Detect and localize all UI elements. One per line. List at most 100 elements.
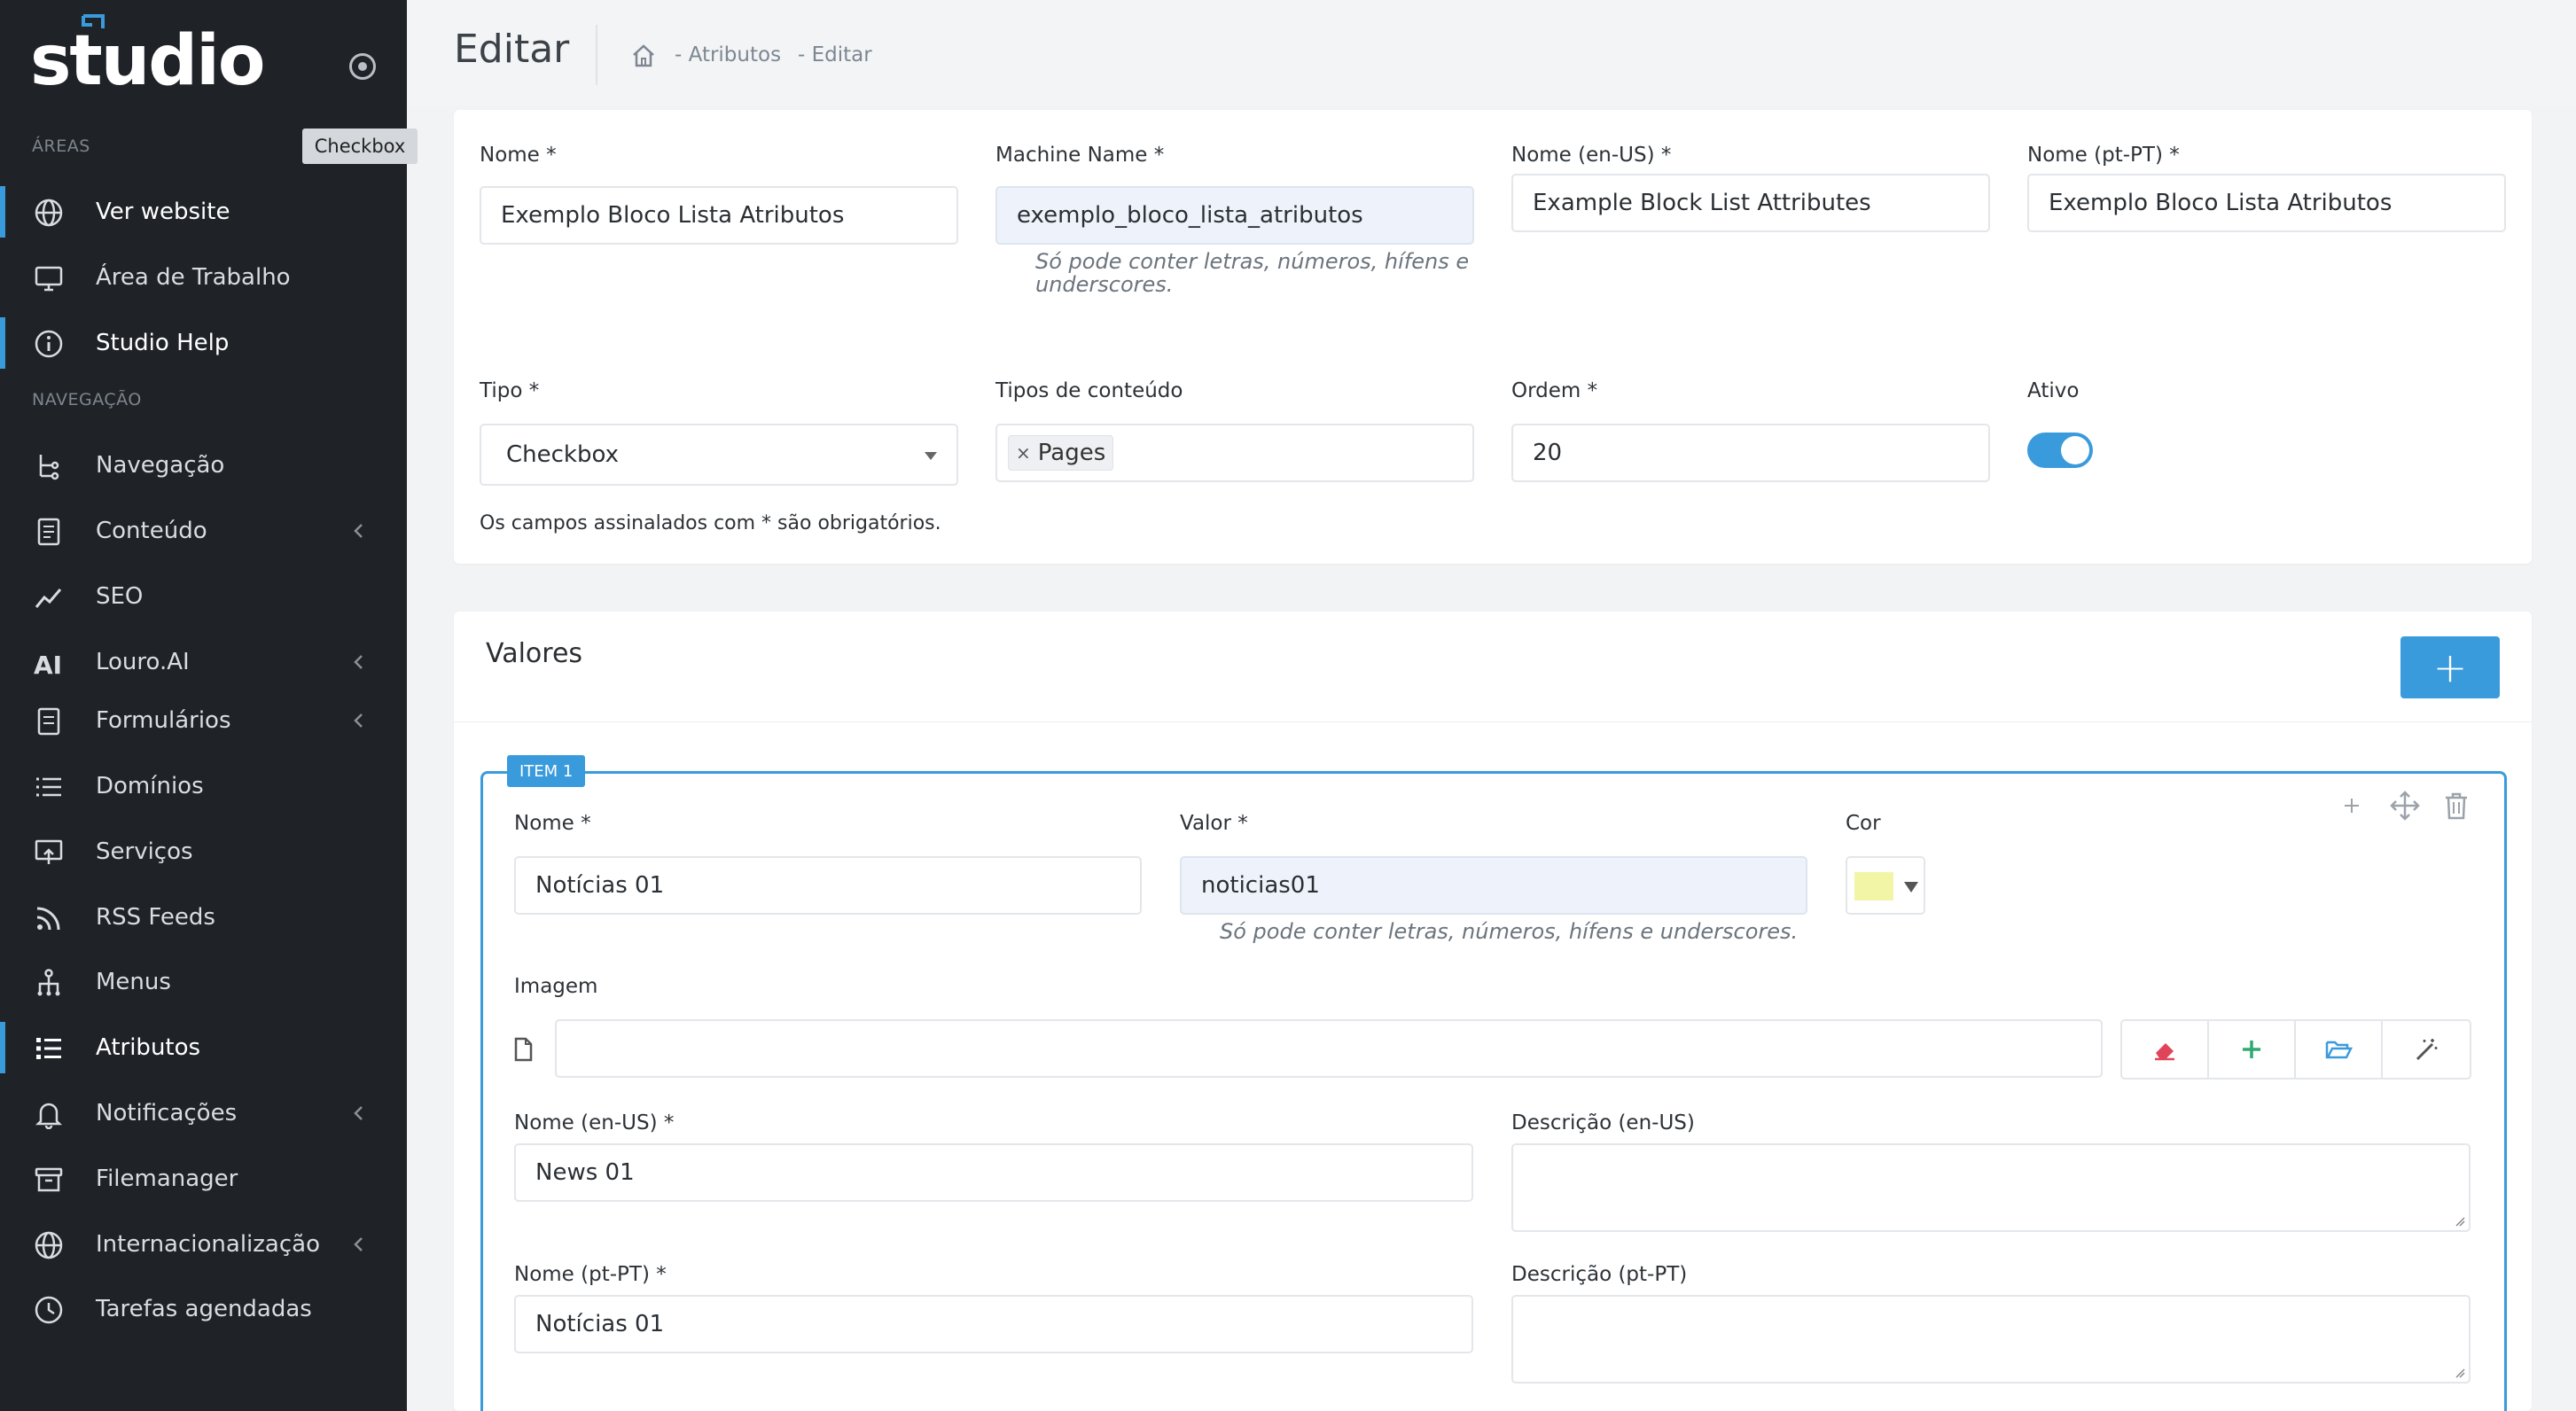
- browse-image-button[interactable]: [2296, 1021, 2383, 1078]
- add-image-button[interactable]: [2209, 1021, 2296, 1078]
- tipo-selected-value: Checkbox: [506, 441, 619, 468]
- sidebar-item-label: Domínios: [96, 773, 204, 799]
- sidebar-item-label: RSS Feeds: [96, 904, 215, 931]
- chevron-left-icon: [354, 713, 363, 728]
- sidebar-item-seo[interactable]: SEO: [0, 567, 407, 626]
- machine-name-input[interactable]: exemplo_bloco_lista_atributos: [995, 186, 1474, 245]
- ativo-toggle[interactable]: [2027, 433, 2093, 468]
- sidebar-item-label: Ver website: [96, 199, 230, 225]
- home-icon[interactable]: [630, 43, 657, 69]
- tag-pages: × Pages: [1008, 435, 1114, 471]
- sidebar-item-label: Navegação: [96, 452, 225, 479]
- sidebar-item-label: Área de Trabalho: [96, 264, 291, 291]
- eraser-icon: [2155, 1043, 2174, 1061]
- form-icon: [37, 707, 60, 736]
- plus-icon: [2243, 1041, 2260, 1058]
- sidebar-item-formularios[interactable]: Formulários: [0, 691, 407, 750]
- item-valor-label: Valor *: [1180, 812, 1248, 835]
- trash-icon[interactable]: [2441, 791, 2471, 821]
- sidebar-item-label: Serviços: [96, 838, 193, 865]
- areas-section-label: ÁREAS: [32, 136, 90, 156]
- sidebar-item-conteudo[interactable]: Conteúdo: [0, 502, 407, 560]
- required-fields-note: Os campos assinalados com * são obrigató…: [480, 512, 941, 534]
- sitemap-icon: [37, 969, 60, 996]
- sidebar-item-rss-feeds[interactable]: RSS Feeds: [0, 888, 407, 947]
- resize-handle-icon[interactable]: [2455, 1216, 2465, 1227]
- sidebar-item-atributos[interactable]: Atributos: [0, 1018, 407, 1077]
- item-nome-label: Nome *: [514, 812, 591, 835]
- ativo-label: Ativo: [2027, 379, 2080, 402]
- attributes-icon: [36, 1038, 61, 1059]
- tipo-select[interactable]: Checkbox: [480, 424, 958, 486]
- sidebar-item-label: Internacionalização: [96, 1231, 320, 1258]
- services-icon: [35, 839, 63, 864]
- nome-input[interactable]: Exemplo Bloco Lista Atributos: [480, 186, 958, 245]
- item-nome-input[interactable]: Notícias 01: [514, 856, 1142, 915]
- sidebar-item-label: Menus: [96, 969, 171, 995]
- chevron-left-icon: [354, 1106, 363, 1120]
- rss-icon: [36, 907, 60, 931]
- ordem-input[interactable]: 20: [1511, 424, 1990, 482]
- item-descricao-pt-pt-textarea[interactable]: [1511, 1295, 2471, 1384]
- ordem-label: Ordem *: [1511, 379, 1598, 402]
- sidebar-item-menus[interactable]: Menus: [0, 953, 407, 1011]
- color-swatch: [1854, 872, 1893, 900]
- item-valor-help: Só pode conter letras, números, hífens e…: [1220, 919, 1799, 944]
- card-divider: [454, 721, 2532, 722]
- item-badge: ITEM 1: [507, 755, 586, 787]
- sidebar-item-label: Studio Help: [96, 330, 230, 356]
- move-icon[interactable]: [2390, 791, 2420, 821]
- item-nome-pt-pt-input[interactable]: Notícias 01: [514, 1295, 1473, 1353]
- sidebar-item-filemanager[interactable]: Filemanager: [0, 1150, 407, 1208]
- item-valor-input[interactable]: noticias01: [1180, 856, 1807, 915]
- sidebar-item-label: SEO: [96, 583, 144, 610]
- sidebar-item-servicos[interactable]: Serviços: [0, 822, 407, 881]
- tipo-label: Tipo *: [480, 379, 540, 402]
- globe-icon: [35, 1231, 63, 1259]
- add-item-icon[interactable]: [2337, 791, 2367, 821]
- item-imagem-label: Imagem: [514, 975, 598, 998]
- sidebar-item-studio-help[interactable]: Studio Help: [0, 314, 407, 372]
- ai-icon: AI: [34, 651, 62, 678]
- magic-image-button[interactable]: [2383, 1021, 2470, 1078]
- item-descricao-en-us-textarea[interactable]: [1511, 1143, 2471, 1232]
- tipos-conteudo-multiselect[interactable]: × Pages: [995, 424, 1474, 482]
- machine-name-label: Machine Name *: [995, 144, 1165, 167]
- breadcrumb-atributos[interactable]: - Atributos: [675, 43, 781, 66]
- sidebar-item-louro-ai[interactable]: AI Louro.AI: [0, 633, 407, 691]
- machine-name-help: Só pode conter letras, números, hífens e…: [1035, 249, 1470, 297]
- dropdown-caret-icon: [1904, 882, 1918, 893]
- nome-pt-pt-input[interactable]: Exemplo Bloco Lista Atributos: [2027, 174, 2506, 232]
- sidebar-item-notificacoes[interactable]: Notificações: [0, 1084, 407, 1142]
- sidebar-item-tarefas-agendadas[interactable]: Tarefas agendadas: [0, 1280, 407, 1338]
- item-nome-pt-pt-label: Nome (pt-PT) *: [514, 1263, 667, 1286]
- sidebar-item-navegacao[interactable]: Navegação: [0, 436, 407, 495]
- nav-section-label: NAVEGAÇÃO: [32, 390, 142, 409]
- item-cor-label: Cor: [1846, 812, 1881, 835]
- nome-label: Nome *: [480, 144, 557, 167]
- tag-remove-icon[interactable]: ×: [1016, 442, 1031, 464]
- sidebar-item-area-de-trabalho[interactable]: Área de Trabalho: [0, 248, 407, 307]
- monitor-icon: [35, 266, 63, 292]
- color-picker[interactable]: [1846, 856, 1925, 915]
- clock-icon: [35, 1296, 63, 1324]
- clear-image-button[interactable]: [2122, 1021, 2209, 1078]
- item-nome-en-us-input[interactable]: News 01: [514, 1143, 1473, 1202]
- info-icon: [35, 330, 63, 358]
- tree-icon: [39, 455, 59, 480]
- sidebar-item-dominios[interactable]: Domínios: [0, 757, 407, 815]
- tag-label: Pages: [1037, 440, 1106, 466]
- resize-handle-icon[interactable]: [2455, 1368, 2465, 1378]
- svg-text:AI: AI: [34, 651, 62, 678]
- sidebar-toggle-icon[interactable]: [349, 53, 376, 80]
- sidebar-item-label: Conteúdo: [96, 518, 207, 544]
- item-imagem-input[interactable]: [555, 1019, 2103, 1078]
- header-divider: [596, 25, 597, 85]
- sidebar-item-ver-website[interactable]: Ver website: [0, 183, 407, 241]
- nome-en-us-label: Nome (en-US) *: [1511, 144, 1672, 167]
- nome-en-us-input[interactable]: Example Block List Attributes: [1511, 174, 1990, 232]
- sidebar-item-label: Notificações: [96, 1100, 238, 1126]
- add-value-button[interactable]: +: [2400, 636, 2500, 698]
- sidebar-item-internacionalizacao[interactable]: Internacionalização: [0, 1215, 407, 1274]
- folder-open-icon: [2325, 1041, 2353, 1059]
